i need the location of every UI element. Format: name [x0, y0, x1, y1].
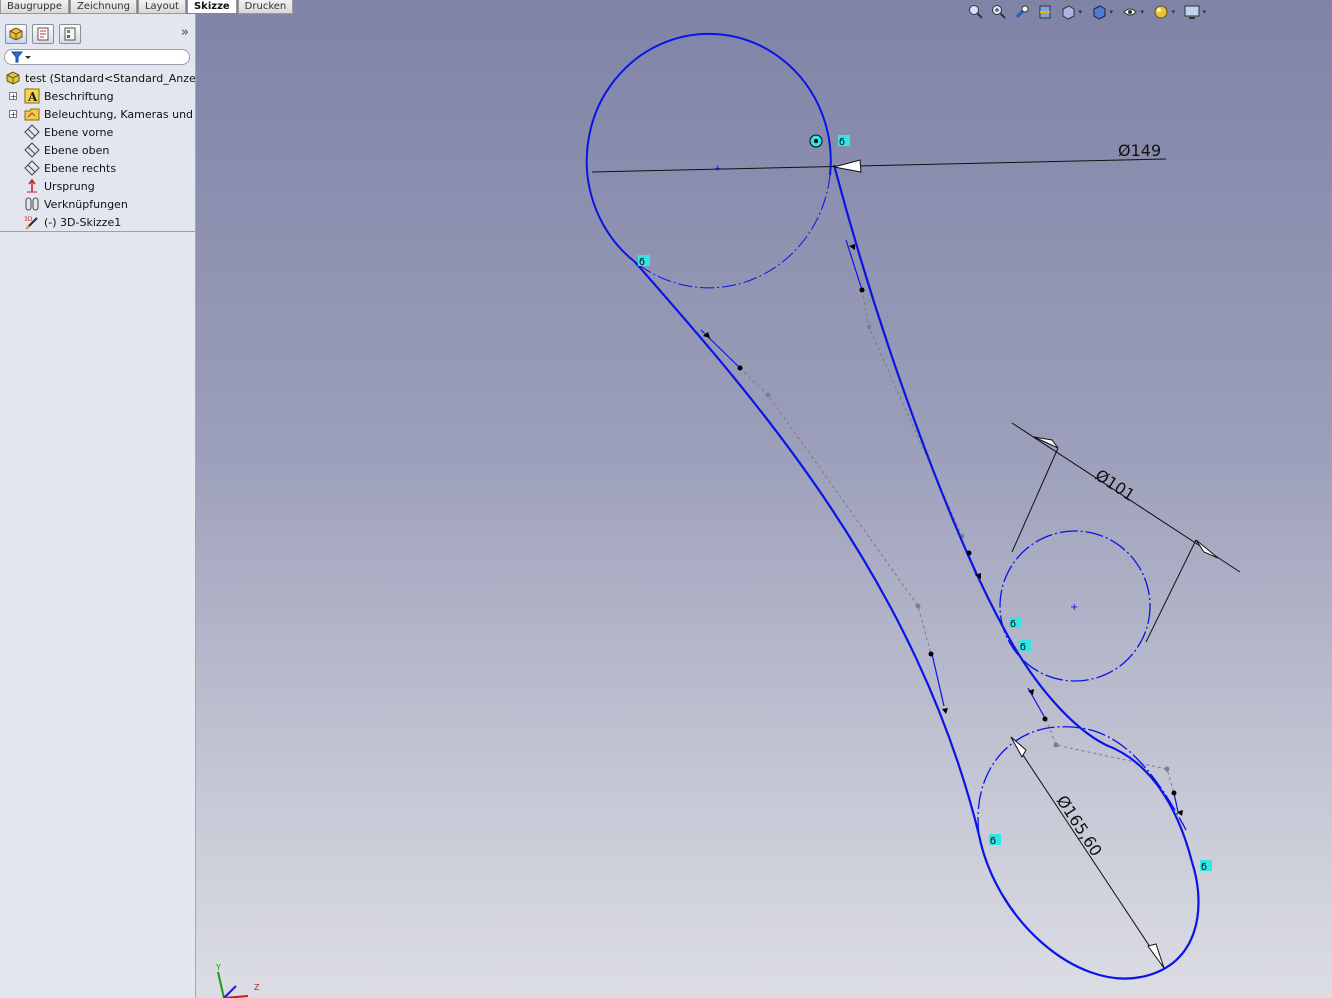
tree-item-label: Ebene vorne — [44, 125, 114, 139]
expand-panel-button[interactable]: » — [181, 25, 189, 40]
svg-text:Y: Y — [215, 963, 221, 972]
tab-drucken[interactable]: Drucken — [237, 0, 294, 14]
tree-item-label: Beschriftung — [44, 89, 114, 103]
featuremanager-tab-button[interactable] — [5, 24, 27, 44]
lights-icon — [24, 106, 40, 122]
tab-zeichnung[interactable]: Zeichnung — [69, 0, 137, 14]
svg-text:ϭ: ϭ — [1020, 641, 1026, 653]
tree-item-label: Ursprung — [44, 179, 95, 193]
plane-icon — [24, 124, 40, 140]
tree-item-label: (-) 3D-Skizze1 — [44, 215, 122, 229]
origin-icon — [24, 178, 40, 194]
graphics-area[interactable]: ▾ ▾ ▾ ▾ ▾ + ϭ ϭ ϭ ϭ ϭ ϭ + Ø149 Ø101 Ø165… — [196, 0, 1332, 998]
svg-text:Ø101: Ø101 — [1092, 465, 1139, 504]
svg-text:3D: 3D — [24, 216, 33, 223]
svg-text:ϭ: ϭ — [1201, 861, 1207, 873]
command-tabs: Baugruppe Zeichnung Layout Skizze Drucke… — [0, 0, 294, 14]
spline-control-polygon — [739, 289, 1175, 794]
tree-item-verknuepfungen[interactable]: Verknüpfungen — [0, 195, 195, 213]
sketch-relations[interactable]: ϭ ϭ ϭ ϭ ϭ ϭ — [638, 134, 1212, 873]
expand-toggle[interactable]: + — [9, 92, 17, 101]
tree-item-beleuchtung[interactable]: + Beleuchtung, Kameras und Bühne — [0, 105, 195, 123]
svg-text:ϭ: ϭ — [839, 136, 845, 148]
tree-item-label: Beleuchtung, Kameras und Bühne — [44, 107, 195, 121]
mates-icon — [24, 196, 40, 212]
sketch-canvas[interactable]: + ϭ ϭ ϭ ϭ ϭ ϭ + Ø149 Ø101 Ø165,60 Y Z — [196, 0, 1332, 998]
tree-item-label: Ebene oben — [44, 143, 110, 157]
tree-item-label: test (Standard<Standard_Anzeigezustand-1… — [25, 71, 195, 85]
tree-item-beschriftung[interactable]: + A Beschriftung — [0, 87, 195, 105]
part-icon — [5, 70, 21, 86]
plane-icon — [24, 142, 40, 158]
feature-manager-panel: » test (Standard<Standard_Anzeigezustand… — [0, 14, 196, 998]
svg-text:ϭ: ϭ — [1010, 618, 1016, 630]
spline-handles[interactable] — [700, 239, 1179, 813]
axis-triad: Y Z — [215, 963, 260, 998]
configuration-icon — [64, 27, 76, 41]
tree-item-ebene-rechts[interactable]: Ebene rechts — [0, 159, 195, 177]
feature-tree-icon — [9, 27, 23, 41]
tree-item-3d-skizze1[interactable]: 3D (-) 3D-Skizze1 — [0, 213, 195, 231]
tab-skizze[interactable]: Skizze — [186, 0, 237, 13]
svg-text:Z: Z — [254, 983, 260, 992]
propertymanager-tab-button[interactable] — [32, 24, 54, 44]
svg-text:Ø149: Ø149 — [1118, 141, 1161, 160]
svg-text:A: A — [27, 90, 38, 104]
expand-toggle[interactable]: + — [9, 110, 17, 119]
3d-sketch-icon: 3D — [24, 214, 40, 230]
dimension-diameter-149[interactable]: + Ø149 — [591, 141, 1167, 174]
tree-item-label: Ebene rechts — [44, 161, 117, 175]
tree-item-label: Verknüpfungen — [44, 197, 128, 211]
dimension-diameter-101[interactable]: Ø101 — [1011, 422, 1241, 643]
tab-layout[interactable]: Layout — [137, 0, 186, 14]
svg-text:+: + — [714, 164, 722, 174]
dimension-diameter-165[interactable]: Ø165,60 — [1010, 736, 1165, 969]
svg-text:ϭ: ϭ — [639, 256, 645, 268]
configurationmanager-tab-button[interactable] — [59, 24, 81, 44]
property-icon — [37, 27, 49, 41]
svg-text:+: + — [1070, 602, 1078, 613]
svg-text:Ø165,60: Ø165,60 — [1053, 792, 1106, 860]
sketch-circle-149[interactable] — [585, 32, 832, 289]
annotation-icon: A — [24, 88, 40, 104]
tree-item-ebene-vorne[interactable]: Ebene vorne — [0, 123, 195, 141]
tree-item-root[interactable]: test (Standard<Standard_Anzeigezustand-1… — [0, 69, 195, 87]
tab-baugruppe[interactable]: Baugruppe — [0, 0, 69, 14]
filter-icon — [11, 51, 31, 63]
panel-toolbar: » — [0, 14, 195, 44]
spline-control-points — [765, 324, 1170, 772]
svg-text:ϭ: ϭ — [990, 835, 996, 847]
feature-tree: test (Standard<Standard_Anzeigezustand-1… — [0, 69, 195, 231]
tree-filter-field[interactable] — [4, 49, 190, 65]
sketch-splines[interactable] — [634, 164, 1194, 863]
plane-icon — [24, 160, 40, 176]
spline-handle-points — [703, 244, 1183, 816]
tree-item-ebene-oben[interactable]: Ebene oben — [0, 141, 195, 159]
panel-separator — [0, 231, 195, 232]
tree-item-ursprung[interactable]: Ursprung — [0, 177, 195, 195]
